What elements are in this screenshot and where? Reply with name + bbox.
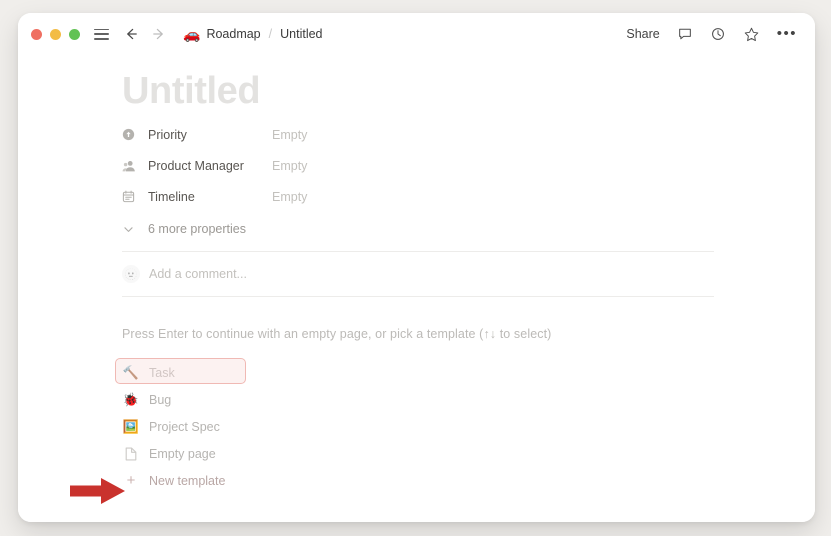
traffic-light-controls [31, 28, 80, 40]
property-value[interactable]: Empty [272, 128, 307, 142]
template-picker-hint: Press Enter to continue with an empty pa… [122, 327, 552, 341]
add-comment-input[interactable]: Add a comment... [149, 267, 247, 281]
calendar-icon [122, 190, 140, 203]
priority-icon [122, 128, 140, 141]
star-icon [744, 27, 759, 41]
maximize-window-button[interactable] [69, 28, 80, 40]
breadcrumb-item-roadmap[interactable]: Roadmap [206, 27, 260, 41]
template-item-label: Task [149, 365, 175, 380]
property-row-timeline[interactable]: Timeline Empty [122, 181, 815, 212]
forward-button[interactable] [151, 26, 167, 42]
calendar-glyph [122, 190, 135, 203]
arrow-left-icon [127, 28, 137, 40]
property-label: Timeline [148, 189, 195, 204]
titlebar-actions: Share ••• [626, 26, 797, 43]
page-icon [122, 447, 140, 461]
template-item-project-spec[interactable]: 🖼️ Project Spec [122, 413, 815, 440]
template-item-bug[interactable]: 🐞 Bug [122, 386, 815, 413]
sidebar-toggle-button[interactable] [94, 28, 109, 40]
person-icon [122, 159, 140, 173]
more-properties-label: 6 more properties [148, 222, 246, 236]
property-row-product-manager[interactable]: Product Manager Empty [122, 150, 815, 181]
page-glyph [125, 447, 137, 460]
template-list: 🔨 Task 🐞 Bug 🖼️ Project Spec Empty page … [122, 359, 815, 494]
page-history-button[interactable] [710, 26, 726, 42]
more-options-button[interactable]: ••• [777, 26, 797, 41]
property-list: Priority Empty Product Manager Empty Tim… [122, 119, 815, 244]
page-body: Untitled Priority Empty Product Manager … [18, 55, 815, 522]
back-button[interactable] [123, 26, 139, 42]
template-item-new-template[interactable]: + New template [122, 467, 815, 494]
close-window-button[interactable] [31, 28, 42, 40]
more-properties-toggle[interactable]: 6 more properties [122, 214, 815, 244]
comment-icon [678, 28, 691, 40]
person-glyph [122, 160, 135, 171]
breadcrumb-separator: / [268, 27, 273, 41]
priority-glyph [122, 128, 135, 141]
clock-icon [711, 28, 724, 40]
template-item-empty-page[interactable]: Empty page [122, 440, 815, 467]
annotation-arrow [68, 474, 130, 508]
app-window: 🚗 Roadmap / Untitled Share ••• Untitled … [18, 13, 815, 522]
template-item-label: Bug [149, 392, 172, 407]
page-content: Untitled Priority Empty Product Manager … [18, 67, 815, 494]
hammer-emoji-icon: 🔨 [122, 365, 140, 380]
titlebar: 🚗 Roadmap / Untitled Share ••• [18, 13, 815, 55]
comment-avatar-icon: 🫥 [122, 265, 140, 283]
template-item-task[interactable]: 🔨 Task [122, 359, 815, 386]
property-value[interactable]: Empty [272, 159, 307, 173]
chevron-down-glyph [124, 226, 133, 232]
template-item-label: New template [149, 473, 226, 488]
comments-button[interactable] [677, 26, 693, 42]
property-value[interactable]: Empty [272, 190, 307, 204]
favorite-button[interactable] [743, 26, 760, 43]
roadmap-emoji-icon: 🚗 [183, 26, 201, 42]
page-title[interactable]: Untitled [122, 67, 815, 115]
property-label: Product Manager [148, 158, 244, 173]
share-button[interactable]: Share [626, 27, 659, 41]
property-label: Priority [148, 127, 187, 142]
red-right-arrow-icon [68, 476, 127, 506]
comment-divider [122, 296, 714, 297]
framed-picture-emoji-icon: 🖼️ [122, 419, 140, 434]
breadcrumb: 🚗 Roadmap / Untitled [183, 27, 323, 41]
minimize-window-button[interactable] [50, 28, 61, 40]
ladybug-emoji-icon: 🐞 [122, 392, 140, 407]
chevron-down-icon [122, 223, 140, 236]
property-row-priority[interactable]: Priority Empty [122, 119, 815, 150]
hamburger-icon [94, 28, 109, 40]
arrow-right-icon [153, 28, 163, 40]
add-comment-row[interactable]: 🫥 Add a comment... [122, 252, 815, 296]
breadcrumb-item-current[interactable]: Untitled [280, 27, 322, 41]
template-item-label: Project Spec [149, 419, 220, 434]
template-item-label: Empty page [149, 446, 216, 461]
